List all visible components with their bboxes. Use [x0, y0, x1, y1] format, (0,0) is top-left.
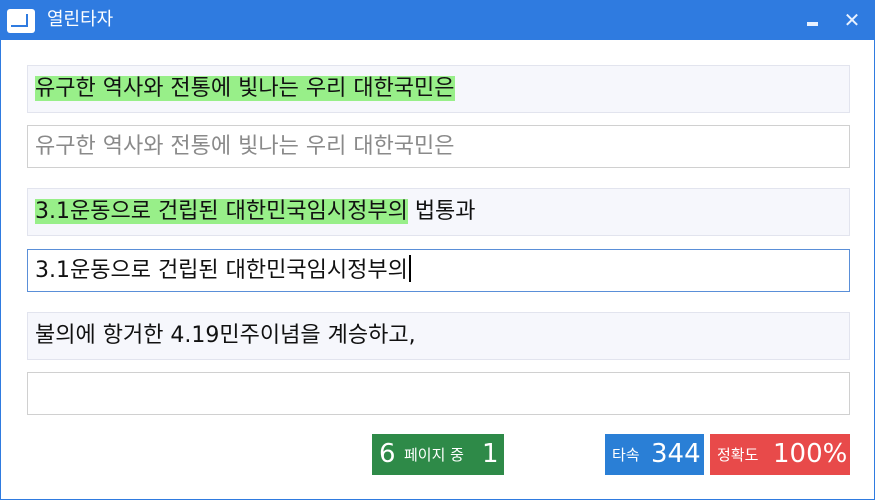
page-indicator-badge: 6 페이지 중 1 — [372, 434, 504, 475]
typed-highlight: 유구한 역사와 전통에 빛나는 우리 대한국민은 — [35, 76, 455, 101]
minimize-button[interactable] — [801, 9, 825, 33]
input-value: 3.1운동으로 건립된 대한민국임시정부의 — [35, 258, 408, 283]
page-total: 6 — [379, 439, 396, 469]
reference-line-2: 3.1운동으로 건립된 대한민국임시정부의 법통과 — [27, 188, 850, 236]
app-logo-icon — [7, 9, 35, 33]
accuracy-value: 100% — [773, 439, 848, 469]
untyped-text: 불의에 항거한 4.19민주이념을 계승하고, — [35, 323, 416, 348]
reference-line-1: 유구한 역사와 전통에 빛나는 우리 대한국민은 — [27, 65, 850, 113]
close-button[interactable]: ✕ — [840, 9, 864, 33]
accuracy-badge: 정확도 100% — [710, 434, 850, 475]
speed-label: 타속 — [612, 446, 640, 464]
input-field-3[interactable] — [27, 372, 850, 415]
text-caret — [408, 255, 411, 282]
reference-line-3: 불의에 항거한 4.19민주이념을 계승하고, — [27, 312, 850, 360]
close-icon: ✕ — [843, 8, 861, 32]
page-current: 1 — [482, 439, 499, 469]
accuracy-label: 정확도 — [717, 446, 759, 464]
window-title: 열린타자 — [47, 9, 114, 30]
speed-badge: 타속 344 — [605, 434, 704, 475]
typed-highlight: 3.1운동으로 건립된 대한민국임시정부의 — [35, 199, 408, 224]
minimize-icon — [807, 22, 818, 26]
input-field-1[interactable]: 유구한 역사와 전통에 빛나는 우리 대한국민은 — [27, 125, 850, 168]
typing-window: 열린타자 ✕ 유구한 역사와 전통에 빛나는 우리 대한국민은 유구한 역사와 … — [0, 0, 875, 500]
speed-value: 344 — [651, 439, 701, 469]
untyped-text: 법통과 — [407, 199, 476, 224]
title-bar[interactable]: 열린타자 ✕ — [1, 1, 874, 40]
input-field-2[interactable]: 3.1운동으로 건립된 대한민국임시정부의 — [27, 249, 850, 292]
page-label: 페이지 중 — [404, 446, 464, 464]
input-placeholder: 유구한 역사와 전통에 빛나는 우리 대한국민은 — [35, 134, 455, 159]
